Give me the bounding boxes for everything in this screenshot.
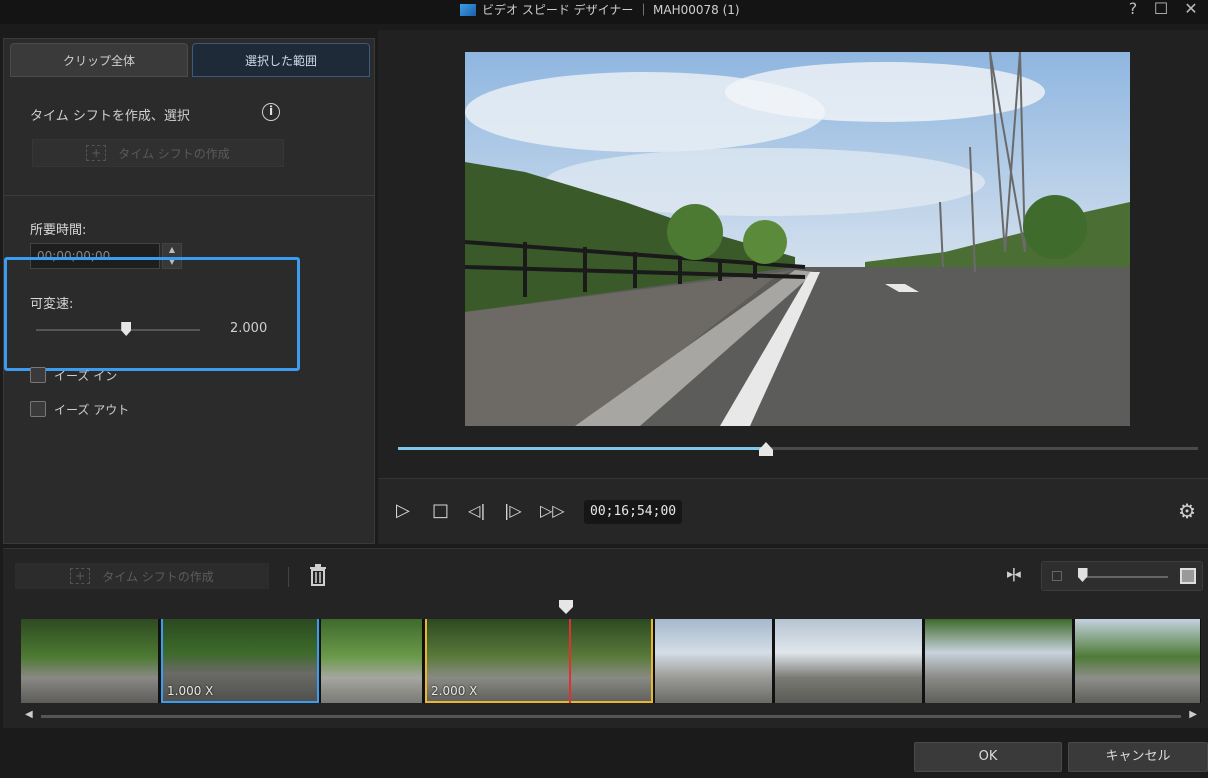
timeline-create-timeshift-button[interactable]: + タイム シフトの作成 — [15, 563, 269, 589]
zoom-out-icon[interactable] — [1052, 571, 1062, 581]
trash-icon[interactable] — [309, 564, 327, 586]
window-title-text: ビデオ スピード デザイナー ｜ MAH00078 (1) — [482, 3, 740, 17]
seek-progress — [398, 447, 766, 450]
timeshift-header: タイム シフトを作成、選択 — [30, 109, 190, 124]
playhead-line — [569, 619, 571, 703]
duration-label: 所要時間: — [30, 223, 87, 238]
clip-thumbnail[interactable] — [775, 619, 923, 703]
preview-area — [378, 30, 1208, 478]
ease-in-label: イーズ イン — [54, 369, 118, 383]
timeline-scrollbar[interactable]: ◀ ▶ — [21, 709, 1201, 723]
film-strip[interactable]: 1.000 X 2.000 X — [21, 619, 1201, 703]
maximize-icon[interactable]: ☐ — [1152, 0, 1170, 18]
next-frame-icon[interactable]: |▷ — [504, 501, 522, 521]
play-icon[interactable]: ▷ — [396, 501, 410, 521]
gear-icon[interactable]: ⚙ — [1178, 499, 1196, 523]
timecode-display: 00;16;54;00 — [584, 500, 683, 524]
zoom-control — [1041, 561, 1203, 591]
timeline-panel: + タイム シフトの作成 ▸|◂ 1.000 X 2.000 X ◀ ▶ — [3, 548, 1208, 728]
clip-thumbnail[interactable] — [655, 619, 773, 703]
app-logo-icon — [460, 3, 476, 16]
road-scene-image — [465, 52, 1130, 426]
seek-bar[interactable] — [398, 447, 1198, 450]
tab-selected-range[interactable]: 選択した範囲 — [192, 43, 370, 77]
divider — [4, 195, 374, 196]
title-bar: ビデオ スピード デザイナー ｜ MAH00078 (1) ? ☐ ✕ — [0, 0, 1208, 24]
zoom-slider-thumb[interactable] — [1077, 568, 1088, 582]
highlight-frame — [4, 257, 300, 371]
clip-thumbnail[interactable] — [321, 619, 423, 703]
scroll-right-icon[interactable]: ▶ — [1189, 709, 1197, 720]
scroll-left-icon[interactable]: ◀ — [25, 709, 33, 720]
fit-timeline-icon[interactable]: ▸|◂ — [1007, 567, 1021, 582]
create-timeshift-label: タイム シフトの作成 — [118, 146, 230, 161]
transport-bar: ▷ □ ◁| |▷ ▷▷ 00;16;54;00 ⚙ — [378, 478, 1208, 544]
window-title: ビデオ スピード デザイナー ｜ MAH00078 (1) — [460, 1, 740, 18]
help-icon[interactable]: ? — [1124, 0, 1142, 18]
fast-forward-icon[interactable]: ▷▷ — [540, 501, 565, 521]
zoom-in-icon[interactable] — [1180, 568, 1196, 584]
segment-speed-label: 2.000 X — [431, 684, 478, 698]
settings-panel: クリップ全体 選択した範囲 タイム シフトを作成、選択 i + タイム シフトの… — [3, 38, 375, 544]
stop-icon[interactable]: □ — [432, 501, 449, 521]
close-icon[interactable]: ✕ — [1182, 0, 1200, 18]
previous-frame-icon[interactable]: ◁| — [468, 501, 486, 521]
segment-speed-label: 1.000 X — [167, 684, 214, 698]
ease-in-checkbox[interactable] — [30, 367, 46, 383]
ease-out-checkbox[interactable] — [30, 401, 46, 417]
timeshift-segment-normal[interactable]: 1.000 X — [161, 619, 319, 703]
info-icon[interactable]: i — [262, 103, 280, 121]
toolbar-divider — [288, 567, 289, 587]
add-icon: + — [86, 145, 107, 161]
zoom-slider-track[interactable] — [1078, 576, 1168, 578]
video-preview — [465, 52, 1130, 426]
timeshift-segment-selected[interactable]: 2.000 X — [425, 619, 653, 703]
cancel-button[interactable]: キャンセル — [1068, 742, 1208, 772]
add-icon: + — [70, 568, 91, 584]
clip-thumbnail[interactable] — [925, 619, 1073, 703]
ok-button[interactable]: OK — [914, 742, 1062, 772]
clip-thumbnail[interactable] — [1075, 619, 1201, 703]
tab-whole-clip[interactable]: クリップ全体 — [10, 43, 188, 77]
ease-out-label: イーズ アウト — [54, 403, 130, 417]
timeline-create-timeshift-label: タイム シフトの作成 — [102, 569, 214, 584]
scrollbar-track[interactable] — [41, 715, 1181, 718]
clip-thumbnail[interactable] — [21, 619, 159, 703]
create-timeshift-button[interactable]: + タイム シフトの作成 — [32, 139, 284, 167]
